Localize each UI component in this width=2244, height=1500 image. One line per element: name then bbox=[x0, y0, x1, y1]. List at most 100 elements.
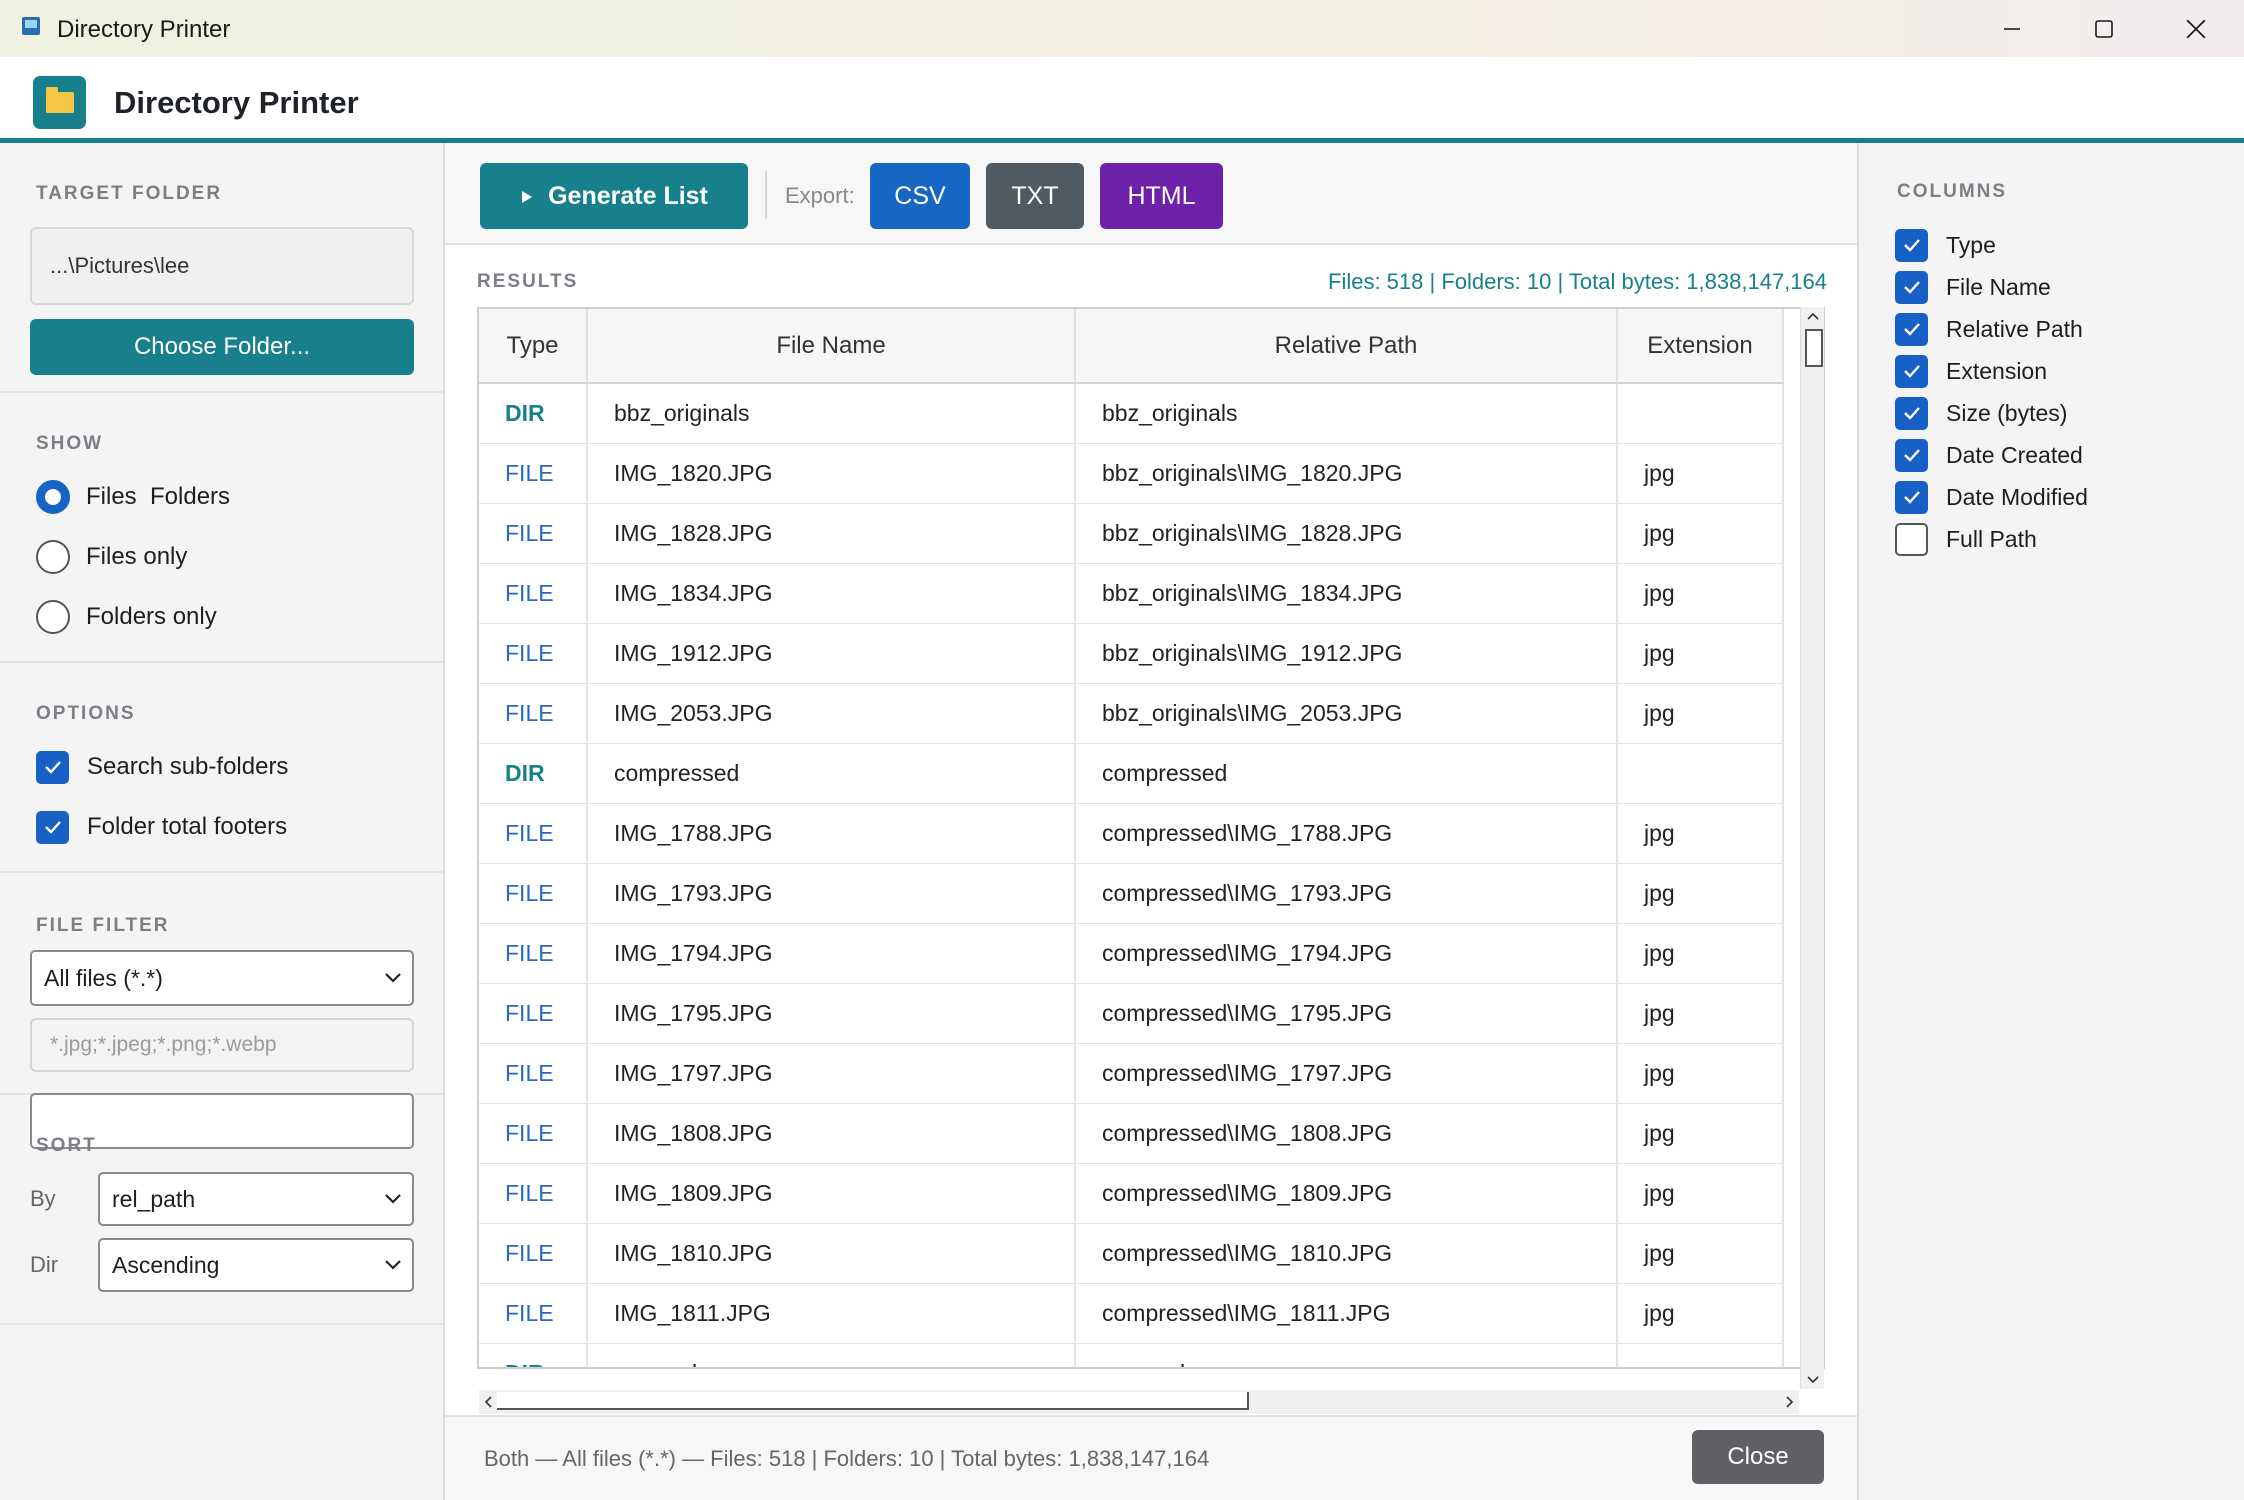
column-toggle-full-path[interactable]: Full Path bbox=[1895, 519, 2037, 559]
checkbox[interactable] bbox=[1895, 270, 1928, 304]
radio-label: Files Folders bbox=[86, 483, 231, 510]
checkbox[interactable] bbox=[1895, 480, 1928, 514]
generate-list-button[interactable]: Generate List bbox=[480, 163, 748, 229]
radio-button[interactable] bbox=[36, 600, 70, 634]
minimize-button[interactable] bbox=[1966, 0, 2058, 57]
cell-type: DIR bbox=[479, 743, 588, 804]
radio-button[interactable] bbox=[36, 480, 70, 514]
column-toggle-date-modified[interactable]: Date Modified bbox=[1895, 477, 2088, 517]
cell-type: FILE bbox=[479, 1043, 588, 1104]
cell-relative-path: compressed\IMG_1810.JPG bbox=[1075, 1223, 1618, 1284]
column-toggle-extension[interactable]: Extension bbox=[1895, 351, 2047, 391]
sort-by-dropdown[interactable]: rel_path bbox=[98, 1172, 414, 1226]
table-row[interactable]: FILE IMG_1912.JPG bbz_originals\IMG_1912.J… bbox=[479, 623, 1784, 684]
folder-path-field[interactable]: ...\Pictures\lee bbox=[30, 227, 414, 305]
table-row[interactable]: FILE IMG_1820.JPG bbz_originals\IMG_1820.J… bbox=[479, 443, 1784, 504]
column-toggle-type[interactable]: Type bbox=[1895, 225, 1996, 265]
table-row[interactable]: FILE IMG_1834.JPG bbz_originals\IMG_1834.J… bbox=[479, 563, 1784, 624]
scroll-down-icon[interactable] bbox=[1803, 1373, 1823, 1387]
check-icon bbox=[1903, 323, 1920, 336]
scroll-right-icon[interactable] bbox=[1783, 1392, 1797, 1412]
minimize-icon bbox=[2004, 27, 2020, 30]
export-txt-button[interactable]: TXT bbox=[986, 163, 1084, 229]
checkbox-label: Extension bbox=[1946, 357, 2048, 384]
table-row[interactable]: FILE IMG_1808.JPG compressed\IMG_1808.JPG j… bbox=[479, 1103, 1784, 1164]
column-header-relative-path[interactable]: Relative Path bbox=[1075, 309, 1618, 384]
export-csv-button[interactable]: CSV bbox=[870, 163, 970, 229]
cell-relative-path: bbz_originals bbox=[1075, 383, 1618, 444]
column-header-file-name[interactable]: File Name bbox=[587, 309, 1076, 384]
cell-extension: jpg bbox=[1617, 983, 1784, 1044]
scrollbar-thumb[interactable] bbox=[1805, 329, 1823, 367]
results-table: Type File Name Relative Path Extension D… bbox=[479, 309, 1784, 1367]
folder-total-footers-option[interactable]: Folder total footers bbox=[36, 807, 287, 847]
sort-direction-dropdown[interactable]: Ascending bbox=[98, 1238, 414, 1292]
results-grid[interactable]: Type File Name Relative Path Extension D… bbox=[477, 307, 1825, 1369]
table-row[interactable]: FILE IMG_1828.JPG bbz_originals\IMG_1828.J… bbox=[479, 503, 1784, 564]
column-toggle-date-created[interactable]: Date Created bbox=[1895, 435, 2083, 475]
cell-extension: jpg bbox=[1617, 1223, 1784, 1284]
cell-file-name: IMG_1795.JPG bbox=[587, 983, 1076, 1044]
table-row[interactable]: FILE IMG_1797.JPG compressed\IMG_1797.JPG j… bbox=[479, 1043, 1784, 1104]
vertical-scrollbar[interactable] bbox=[1800, 307, 1824, 1389]
close-button[interactable]: Close bbox=[1692, 1430, 1824, 1484]
checkbox[interactable] bbox=[36, 810, 69, 844]
checkbox[interactable] bbox=[1895, 312, 1928, 346]
table-row[interactable]: DIR bbz_originals bbz_originals bbox=[479, 383, 1784, 444]
column-header-type[interactable]: Type bbox=[479, 309, 588, 384]
table-row[interactable]: FILE IMG_2053.JPG bbz_originals\IMG_2053.J… bbox=[479, 683, 1784, 744]
table-row[interactable]: FILE IMG_1794.JPG compressed\IMG_1794.JPG j… bbox=[479, 923, 1784, 984]
scroll-left-icon[interactable] bbox=[481, 1392, 495, 1412]
filter-type-dropdown[interactable]: All files (*.*) bbox=[30, 950, 414, 1006]
table-row[interactable]: FILE IMG_1795.JPG compressed\IMG_1795.JPG j… bbox=[479, 983, 1784, 1044]
columns-label: COLUMNS bbox=[1897, 181, 2008, 202]
cell-file-name: IMG_1793.JPG bbox=[587, 863, 1076, 924]
checkbox[interactable] bbox=[1895, 396, 1928, 430]
maximize-icon bbox=[2095, 19, 2113, 38]
table-row[interactable]: FILE IMG_1811.JPG compressed\IMG_1811.JPG j… bbox=[479, 1283, 1784, 1344]
checkbox[interactable] bbox=[36, 750, 69, 784]
checkbox[interactable] bbox=[1895, 522, 1928, 556]
table-row[interactable]: FILE IMG_1809.JPG compressed\IMG_1809.JPG j… bbox=[479, 1163, 1784, 1224]
table-row[interactable]: DIRcroppedcropped bbox=[479, 1343, 1784, 1367]
filter-pattern-input[interactable]: *.jpg;*.jpeg;*.png;*.webp bbox=[30, 1018, 414, 1072]
table-row[interactable]: DIR compressed compressed bbox=[479, 743, 1784, 804]
app-title: Directory Printer bbox=[114, 85, 359, 120]
checkbox[interactable] bbox=[1895, 354, 1928, 388]
status-text: Both — All files (*.*) — Files: 518 | Fo… bbox=[484, 1446, 1210, 1471]
app-header: Directory Printer bbox=[0, 57, 2244, 143]
checkbox[interactable] bbox=[1895, 228, 1928, 262]
cell-relative-path: compressed\IMG_1788.JPG bbox=[1075, 803, 1618, 864]
cell-relative-path: compressed\IMG_1795.JPG bbox=[1075, 983, 1618, 1044]
scroll-up-icon[interactable] bbox=[1803, 309, 1823, 323]
column-toggle-size-bytes[interactable]: Size (bytes) bbox=[1895, 393, 2067, 433]
column-toggle-file-name[interactable]: File Name bbox=[1895, 267, 2051, 307]
close-window-button[interactable] bbox=[2150, 0, 2242, 57]
check-icon bbox=[1903, 449, 1920, 462]
close-icon bbox=[2186, 19, 2206, 38]
export-html-button[interactable]: HTML bbox=[1100, 163, 1223, 229]
horizontal-scrollbar[interactable] bbox=[479, 1390, 1799, 1414]
radio-button[interactable] bbox=[36, 540, 70, 574]
choose-folder-button[interactable]: Choose Folder... bbox=[30, 319, 414, 375]
radio-folders-only[interactable]: Folders only bbox=[36, 597, 217, 637]
cell-extension bbox=[1617, 743, 1784, 804]
table-row[interactable]: FILE IMG_1793.JPG compressed\IMG_1793.JPG j… bbox=[479, 863, 1784, 924]
search-subfolders-option[interactable]: Search sub-folders bbox=[36, 747, 288, 787]
toolbar: Generate List Export: CSV TXT HTML bbox=[445, 143, 1857, 245]
app-icon bbox=[22, 17, 40, 35]
radio-files-folders[interactable]: Files Folders bbox=[36, 477, 230, 517]
column-header-extension[interactable]: Extension bbox=[1617, 309, 1784, 384]
column-toggle-relative-path[interactable]: Relative Path bbox=[1895, 309, 2083, 349]
cell-file-name: IMG_1820.JPG bbox=[587, 443, 1076, 504]
maximize-button[interactable] bbox=[2058, 0, 2150, 57]
radio-files-only[interactable]: Files only bbox=[36, 537, 187, 577]
table-row[interactable]: FILE IMG_1788.JPG compressed\IMG_1788.JPG j… bbox=[479, 803, 1784, 864]
checkbox[interactable] bbox=[1895, 438, 1928, 472]
table-row[interactable]: FILE IMG_1810.JPG compressed\IMG_1810.JPG j… bbox=[479, 1223, 1784, 1284]
cell-type: FILE bbox=[479, 683, 588, 744]
title-bar: Directory Printer bbox=[0, 0, 2244, 57]
window-title: Directory Printer bbox=[57, 16, 231, 43]
scrollbar-thumb[interactable] bbox=[497, 1392, 1249, 1410]
cell-relative-path: compressed\IMG_1808.JPG bbox=[1075, 1103, 1618, 1164]
